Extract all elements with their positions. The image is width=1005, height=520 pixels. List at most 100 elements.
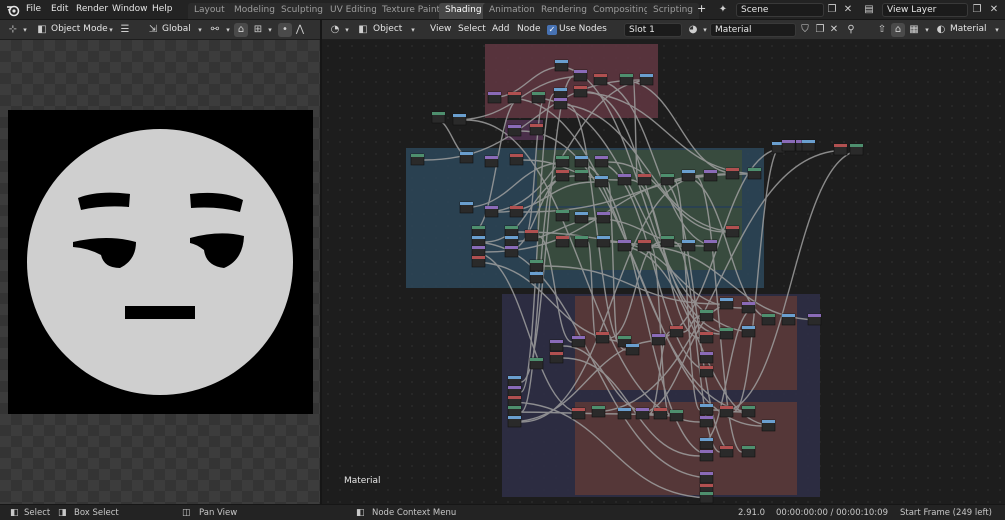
node-editor-canvas[interactable]: Material	[322, 40, 1005, 504]
node-header[interactable]	[472, 256, 485, 259]
node-header[interactable]	[700, 404, 713, 407]
node-header[interactable]	[575, 170, 588, 173]
node-header[interactable]	[595, 156, 608, 159]
node-header[interactable]	[638, 240, 651, 243]
snap-icon[interactable]: ⌂	[234, 23, 248, 37]
chevron-down-icon[interactable]: ▾	[920, 23, 934, 37]
remove-view-layer-icon[interactable]: ✕	[987, 3, 1001, 17]
node-header[interactable]	[618, 336, 631, 339]
tab-rendering[interactable]: Rendering	[535, 3, 593, 19]
node-header[interactable]	[742, 302, 755, 305]
node-header[interactable]	[850, 144, 863, 147]
node-header[interactable]	[460, 152, 473, 155]
chevron-down-icon[interactable]: ▾	[406, 23, 420, 37]
snap-element-icon[interactable]: ▦	[907, 23, 921, 37]
node-header[interactable]	[575, 236, 588, 239]
image-viewport[interactable]	[0, 40, 320, 504]
node-header[interactable]	[525, 230, 538, 233]
node-header[interactable]	[432, 112, 445, 115]
node-header[interactable]	[670, 410, 683, 413]
chevron-down-icon[interactable]: ▾	[104, 23, 118, 37]
scene-name-field[interactable]: Scene	[736, 3, 824, 17]
menu-select[interactable]: Select	[458, 24, 486, 34]
node-header[interactable]	[505, 236, 518, 239]
node-header[interactable]	[726, 226, 739, 229]
new-material-icon[interactable]: ❐	[813, 23, 827, 37]
node-header[interactable]	[700, 416, 713, 419]
node-header[interactable]	[700, 352, 713, 355]
node-header[interactable]	[411, 154, 424, 157]
menu-edit[interactable]: Edit	[51, 4, 68, 14]
node-header[interactable]	[720, 446, 733, 449]
node-header[interactable]	[453, 114, 466, 117]
node-header[interactable]	[508, 406, 521, 409]
node-header[interactable]	[572, 408, 585, 411]
use-nodes-checkbox[interactable]: ✓	[547, 25, 557, 35]
new-view-layer-icon[interactable]: ❐	[970, 3, 984, 17]
chevron-down-icon[interactable]: ▾	[193, 23, 207, 37]
node-header[interactable]	[636, 408, 649, 411]
node-header[interactable]	[700, 472, 713, 475]
node-header[interactable]	[572, 336, 585, 339]
node-header[interactable]	[700, 332, 713, 335]
node-header[interactable]	[670, 326, 683, 329]
node-header[interactable]	[592, 406, 605, 409]
node-header[interactable]	[654, 408, 667, 411]
chevron-down-icon[interactable]: ▾	[18, 23, 32, 37]
node-header[interactable]	[834, 144, 847, 147]
node-header[interactable]	[762, 314, 775, 317]
tab-compositing[interactable]: Compositing	[587, 3, 656, 19]
node-header[interactable]	[595, 176, 608, 179]
remove-scene-icon[interactable]: ✕	[841, 3, 855, 17]
chevron-down-icon[interactable]: ▾	[263, 23, 277, 37]
node-header[interactable]	[597, 236, 610, 239]
node-header[interactable]	[597, 212, 610, 215]
node-header[interactable]	[782, 140, 795, 143]
view-layer-field[interactable]: View Layer	[882, 3, 968, 17]
node-header[interactable]	[530, 272, 543, 275]
tab-uv-editing[interactable]: UV Editing	[324, 3, 383, 19]
node-header[interactable]	[640, 74, 653, 77]
snap-icon[interactable]: ⌂	[891, 23, 905, 37]
node-header[interactable]	[574, 86, 587, 89]
node-header[interactable]	[510, 154, 523, 157]
node-header[interactable]	[618, 408, 631, 411]
node-header[interactable]	[505, 246, 518, 249]
node-header[interactable]	[505, 226, 518, 229]
menu-file[interactable]: File	[26, 4, 41, 14]
tab-texture-paint[interactable]: Texture Paint	[376, 3, 447, 19]
node-header[interactable]	[555, 60, 568, 63]
tab-scripting[interactable]: Scripting	[647, 3, 700, 19]
pin-icon[interactable]: ⚲	[844, 23, 858, 37]
node-header[interactable]	[488, 92, 501, 95]
node-graph[interactable]	[322, 40, 1005, 504]
node-header[interactable]	[742, 326, 755, 329]
node-header[interactable]	[802, 140, 815, 143]
node-header[interactable]	[720, 406, 733, 409]
node-header[interactable]	[508, 396, 521, 399]
node-header[interactable]	[556, 156, 569, 159]
node-header[interactable]	[594, 74, 607, 77]
node-header[interactable]	[530, 358, 543, 361]
object-type-dropdown[interactable]: Object	[373, 24, 402, 34]
node-header[interactable]	[808, 314, 821, 317]
node-header[interactable]	[700, 484, 713, 487]
node-header[interactable]	[508, 386, 521, 389]
node-header[interactable]	[508, 376, 521, 379]
node-header[interactable]	[530, 260, 543, 263]
node-header[interactable]	[782, 314, 795, 317]
node-header[interactable]	[550, 352, 563, 355]
tab-layout[interactable]: Layout	[188, 3, 231, 19]
node-header[interactable]	[704, 240, 717, 243]
node-header[interactable]	[720, 328, 733, 331]
falloff-icon[interactable]: ⋀	[293, 23, 307, 37]
node-header[interactable]	[556, 236, 569, 239]
node-header[interactable]	[618, 174, 631, 177]
node-header[interactable]	[530, 124, 543, 127]
node-header[interactable]	[554, 98, 567, 101]
node-header[interactable]	[460, 202, 473, 205]
node-header[interactable]	[556, 210, 569, 213]
node-header[interactable]	[472, 226, 485, 229]
node-header[interactable]	[704, 170, 717, 173]
node-header[interactable]	[726, 168, 739, 171]
